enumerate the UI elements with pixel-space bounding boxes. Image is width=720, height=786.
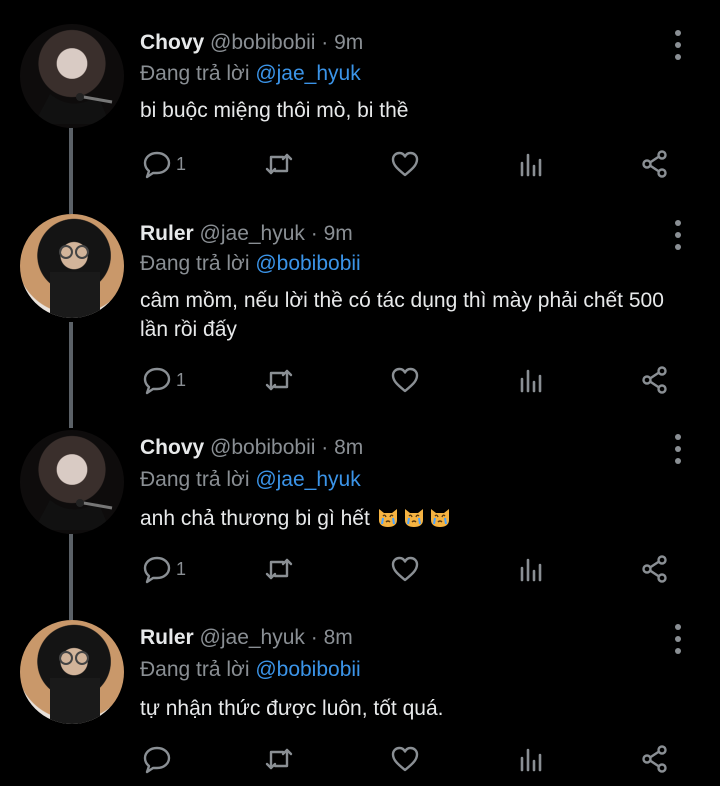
reply-count: 1	[176, 369, 187, 390]
stats-button[interactable]	[516, 742, 546, 776]
author-name[interactable]: Ruler	[140, 626, 194, 649]
crying-cat-face-icon	[378, 509, 397, 527]
author-handle[interactable]: @jae_hyuk	[200, 626, 305, 649]
tweet[interactable]: Ruler @jae_hyuk · 9m Đang trả lời @bobib…	[0, 214, 720, 428]
avatar[interactable]	[20, 430, 124, 534]
stats-button[interactable]	[516, 552, 546, 586]
more-icon[interactable]	[668, 30, 688, 60]
separator: ·	[321, 436, 329, 459]
separator: ·	[310, 626, 318, 649]
tweet[interactable]: Chovy @bobibobii · 8m Đang trả lời @jae_…	[0, 428, 720, 618]
replying-to-label: Đang trả lời	[140, 658, 250, 681]
reply-icon	[143, 556, 171, 584]
like-icon	[391, 151, 419, 177]
like-button[interactable]	[390, 742, 420, 776]
retweet-button[interactable]	[264, 552, 294, 586]
retweet-button[interactable]	[264, 147, 294, 181]
reply-button[interactable]: 1	[142, 552, 186, 586]
reply-count: 1	[176, 558, 187, 579]
replying-to-label: Đang trả lời	[140, 252, 250, 275]
reply-icon	[143, 746, 171, 774]
like-icon	[391, 556, 419, 582]
timestamp[interactable]: 8m	[334, 436, 363, 459]
share-icon	[642, 366, 667, 394]
crying-cat-face-icon	[430, 509, 449, 527]
tweet[interactable]: Ruler @jae_hyuk · 8m Đang trả lời @bobib…	[0, 618, 720, 786]
retweet-icon	[265, 153, 293, 175]
reply-icon	[143, 367, 171, 395]
more-icon[interactable]	[668, 624, 688, 654]
tweet-text: anh chả thương bi gì hết	[140, 504, 680, 533]
reply-button[interactable]: 1	[142, 363, 186, 397]
like-button[interactable]	[390, 147, 420, 181]
retweet-icon	[265, 558, 293, 580]
more-icon[interactable]	[668, 220, 688, 250]
avatar[interactable]	[20, 214, 124, 318]
like-icon	[391, 367, 419, 393]
stats-icon	[520, 748, 542, 772]
author-handle[interactable]: @jae_hyuk	[200, 222, 305, 245]
retweet-icon	[265, 748, 293, 770]
author-name[interactable]: Chovy	[140, 436, 204, 459]
author-handle[interactable]: @bobibobii	[210, 31, 315, 54]
author-handle[interactable]: @bobibobii	[210, 436, 315, 459]
emoji-group	[370, 507, 454, 530]
share-button[interactable]	[640, 552, 670, 586]
stats-icon	[520, 369, 542, 393]
share-button[interactable]	[640, 363, 670, 397]
reply-icon	[143, 151, 171, 179]
share-icon	[642, 555, 667, 583]
retweet-icon	[265, 369, 293, 391]
author-name[interactable]: Ruler	[140, 222, 194, 245]
tweet-text: câm mồm, nếu lời thề có tác dụng thì mày…	[140, 289, 664, 341]
mention-link[interactable]: @jae_hyuk	[255, 62, 360, 85]
crying-cat-face-icon	[404, 509, 423, 527]
tweet[interactable]: Chovy @bobibobii · 9m Đang trả lời @jae_…	[0, 0, 720, 214]
reply-count: 1	[176, 153, 187, 174]
separator: ·	[310, 222, 318, 245]
like-button[interactable]	[390, 363, 420, 397]
tweet-text: tự nhận thức được luôn, tốt quá.	[140, 697, 444, 720]
timestamp[interactable]: 8m	[324, 626, 353, 649]
reply-button[interactable]	[142, 742, 176, 776]
reply-button[interactable]: 1	[142, 147, 186, 181]
retweet-button[interactable]	[264, 363, 294, 397]
stats-button[interactable]	[516, 363, 546, 397]
stats-button[interactable]	[516, 147, 546, 181]
timestamp[interactable]: 9m	[324, 222, 353, 245]
avatar[interactable]	[20, 620, 124, 724]
separator: ·	[321, 31, 329, 54]
timestamp[interactable]: 9m	[334, 31, 363, 54]
avatar[interactable]	[20, 24, 124, 128]
stats-icon	[520, 558, 542, 582]
mention-link[interactable]: @jae_hyuk	[255, 468, 360, 491]
share-icon	[642, 745, 667, 773]
like-button[interactable]	[390, 552, 420, 586]
replying-to-label: Đang trả lời	[140, 62, 250, 85]
mention-link[interactable]: @bobibobii	[255, 658, 360, 681]
mention-link[interactable]: @bobibobii	[255, 252, 360, 275]
replying-to-label: Đang trả lời	[140, 468, 250, 491]
author-name[interactable]: Chovy	[140, 31, 204, 54]
more-icon[interactable]	[668, 434, 688, 464]
share-icon	[642, 150, 667, 178]
stats-icon	[520, 153, 542, 177]
tweet-text-content: anh chả thương bi gì hết	[140, 507, 370, 530]
share-button[interactable]	[640, 147, 670, 181]
like-icon	[391, 746, 419, 772]
share-button[interactable]	[640, 742, 670, 776]
retweet-button[interactable]	[264, 742, 294, 776]
tweet-text: bi buộc miệng thôi mò, bi thề	[140, 99, 409, 122]
